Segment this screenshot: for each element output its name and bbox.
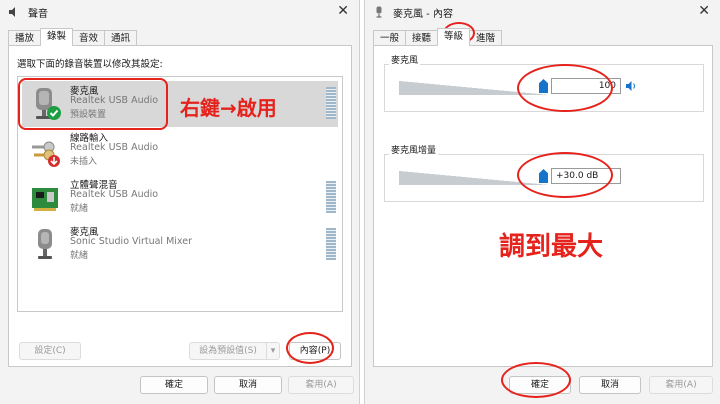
tab-sounds[interactable]: 音效: [72, 30, 106, 46]
apply-button[interactable]: 套用(A): [288, 376, 354, 394]
microphone-icon: [30, 227, 62, 263]
microphone-icon: [30, 86, 62, 122]
ok-button[interactable]: 確定: [509, 376, 571, 394]
annotation-max-it: 調到最大: [499, 232, 604, 262]
tab-recording[interactable]: 錄製: [40, 28, 74, 46]
tab-strip: 播放 錄製 音效 通訊: [8, 28, 138, 46]
device-status: 預設裝置: [70, 110, 107, 120]
device-item-virtual-microphone[interactable]: 麥克風 Sonic Studio Virtual Mixer 就緒: [22, 222, 338, 268]
ok-button[interactable]: 確定: [140, 376, 208, 394]
microphone-level-value[interactable]: 100: [551, 78, 621, 94]
set-default-button[interactable]: 設為預設值(S): [189, 342, 267, 360]
microphone-boost-slider[interactable]: [399, 171, 549, 185]
cancel-button[interactable]: 取消: [214, 376, 282, 394]
microphone-boost-group: 麥克風增量 +30.0 dB: [384, 143, 704, 202]
chevron-down-icon[interactable]: ▾: [266, 342, 280, 360]
device-status: 就緒: [70, 204, 89, 214]
line-in-icon: [30, 133, 62, 169]
microphone-boost-label: 麥克風增量: [389, 143, 439, 156]
device-status: 未插入: [70, 157, 98, 167]
microphone-icon: [373, 6, 385, 18]
level-meter: [326, 87, 336, 119]
levels-panel: 麥克風 100 麥克風增量 +30.0 dB: [373, 45, 713, 367]
title-bar: 麥克風 - 內容 ✕: [365, 0, 720, 24]
tab-levels[interactable]: 等級: [437, 28, 471, 46]
sound-card-icon: [30, 180, 62, 216]
close-icon[interactable]: ✕: [337, 3, 349, 19]
device-item-stereo-mix[interactable]: 立體聲混音 Realtek USB Audio 就緒: [22, 175, 338, 221]
tab-general[interactable]: 一般: [373, 30, 407, 46]
cancel-button[interactable]: 取消: [579, 376, 641, 394]
speaker-icon[interactable]: [625, 79, 637, 93]
microphone-boost-value: +30.0 dB: [551, 168, 621, 184]
tab-communications[interactable]: 通訊: [104, 30, 138, 46]
window-title: 聲音: [28, 8, 48, 20]
device-status: 就緒: [70, 251, 89, 261]
window-title: 麥克風 - 內容: [393, 8, 453, 20]
speaker-icon: [8, 6, 20, 18]
device-driver: Sonic Studio Virtual Mixer: [70, 236, 193, 247]
device-driver: Realtek USB Audio: [70, 189, 159, 200]
apply-button[interactable]: 套用(A): [649, 376, 713, 394]
device-item-line-in[interactable]: 線路輸入 Realtek USB Audio 未插入: [22, 128, 338, 174]
microphone-properties-dialog: 麥克風 - 內容 ✕ 一般 接聽 等級 進階 麥克風 100 麥克風增量 +30…: [364, 0, 720, 404]
annotation-right-click-enable: 右鍵→啟用: [180, 96, 277, 120]
tab-advanced[interactable]: 進階: [469, 30, 503, 46]
microphone-level-slider[interactable]: [399, 81, 549, 95]
configure-button[interactable]: 設定(C): [19, 342, 81, 360]
title-bar: 聲音 ✕: [0, 0, 359, 24]
microphone-level-label: 麥克風: [389, 53, 421, 66]
level-meter: [326, 181, 336, 213]
sound-dialog: 聲音 ✕ 播放 錄製 音效 通訊 選取下面的錄音裝置以修改其設定: 麥克風 Re…: [0, 0, 360, 404]
instruction-text: 選取下面的錄音裝置以修改其設定:: [17, 59, 163, 70]
level-meter: [326, 228, 336, 260]
microphone-level-group: 麥克風 100: [384, 53, 704, 112]
device-driver: Realtek USB Audio: [70, 142, 159, 153]
tab-playback[interactable]: 播放: [8, 30, 42, 46]
tab-strip: 一般 接聽 等級 進階: [373, 28, 503, 46]
close-icon[interactable]: ✕: [698, 3, 710, 19]
device-driver: Realtek USB Audio: [70, 95, 159, 106]
properties-button[interactable]: 內容(P): [289, 342, 341, 360]
tab-listen[interactable]: 接聽: [405, 30, 439, 46]
